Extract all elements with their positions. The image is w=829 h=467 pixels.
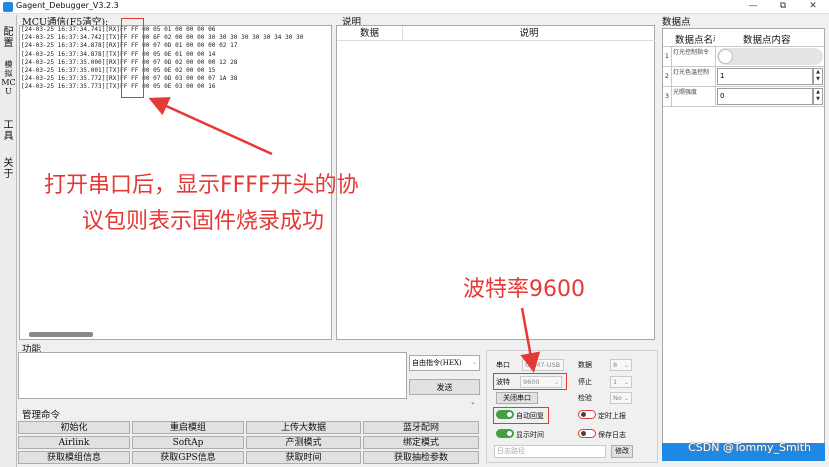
arrow-to-baud bbox=[520, 307, 541, 373]
annotation-text-line1: 打开串口后，显示FFFF开头的协 bbox=[44, 173, 359, 198]
watermark: CSDN @Tommy_Smith bbox=[688, 441, 811, 454]
annotation-baud-note: 波特率9600 bbox=[463, 277, 585, 302]
annotation-text-line2: 议包则表示固件烧录成功 bbox=[82, 209, 325, 234]
arrow-to-log bbox=[148, 97, 273, 156]
